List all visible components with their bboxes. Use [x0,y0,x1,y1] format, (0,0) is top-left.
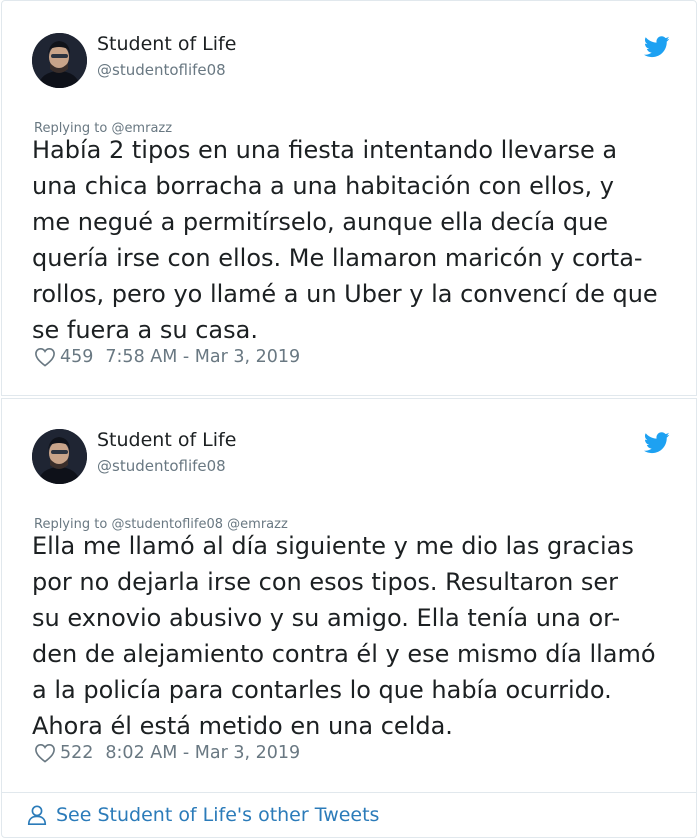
author-handle[interactable]: @studentoflife08 [97,457,226,475]
like-count[interactable]: 459 [60,347,93,367]
tweet-timestamp[interactable]: 7:58 AM - Mar 3, 2019 [105,347,300,367]
tweet-meta: 459 7:58 AM - Mar 3, 2019 [34,345,300,369]
tweet-text-line: por no dejarla irse con esos tipos. Resu… [32,568,619,596]
see-other-tweets-link[interactable]: See Student of Life's other Tweets [1,792,697,838]
avatar[interactable] [32,429,87,484]
avatar[interactable] [32,33,87,88]
tweet-text-line: una chica borracha a una habitación con … [32,172,614,200]
see-other-tweets-label: See Student of Life's other Tweets [56,804,380,826]
tweet-card[interactable]: Student of Life @studentoflife08 Replyin… [1,398,697,792]
like-count[interactable]: 522 [60,743,93,763]
tweet-text: Había 2 tipos en una fiesta intentando l… [32,132,684,348]
tweet-text-line: quería irse con ellos. Me llamaron maric… [32,244,643,272]
tweet-text-line: su exnovio abusivo y su amigo. Ella tení… [32,604,621,632]
tweet-header: Student of Life @studentoflife08 [32,33,672,89]
tweet-text-line: Ahora él está metido en una celda. [32,712,453,740]
tweet-text-line: a la policía para contarles lo que había… [32,676,612,704]
tweet-text-line: den de alejamiento contra él y ese mismo… [32,640,656,668]
author-handle[interactable]: @studentoflife08 [97,61,226,79]
tweet-text: Ella me llamó al día siguiente y me dio … [32,528,684,744]
heart-icon[interactable] [34,347,56,367]
tweet-text-line: Había 2 tipos en una fiesta intentando l… [32,136,618,164]
tweet-text-line: me negué a permitírselo, aunque ella dec… [32,208,609,236]
tweet-thread: Student of Life @studentoflife08 Replyin… [0,0,700,840]
tweet-timestamp[interactable]: 8:02 AM - Mar 3, 2019 [105,743,300,763]
tweet-text-line: se fuera a su casa. [32,316,258,344]
author-name[interactable]: Student of Life [97,33,236,55]
tweet-text-line: Ella me llamó al día siguiente y me dio … [32,532,634,560]
twitter-bird-icon[interactable] [644,432,670,454]
heart-icon[interactable] [34,743,56,763]
author-name[interactable]: Student of Life [97,429,236,451]
tweet-text-line: rollos, pero yo llamé a un Uber y la con… [32,280,658,308]
tweet-card[interactable]: Student of Life @studentoflife08 Replyin… [1,0,697,396]
tweet-meta: 522 8:02 AM - Mar 3, 2019 [34,741,300,765]
twitter-bird-icon[interactable] [644,36,670,58]
tweet-header: Student of Life @studentoflife08 [32,429,672,485]
person-icon [27,805,47,825]
